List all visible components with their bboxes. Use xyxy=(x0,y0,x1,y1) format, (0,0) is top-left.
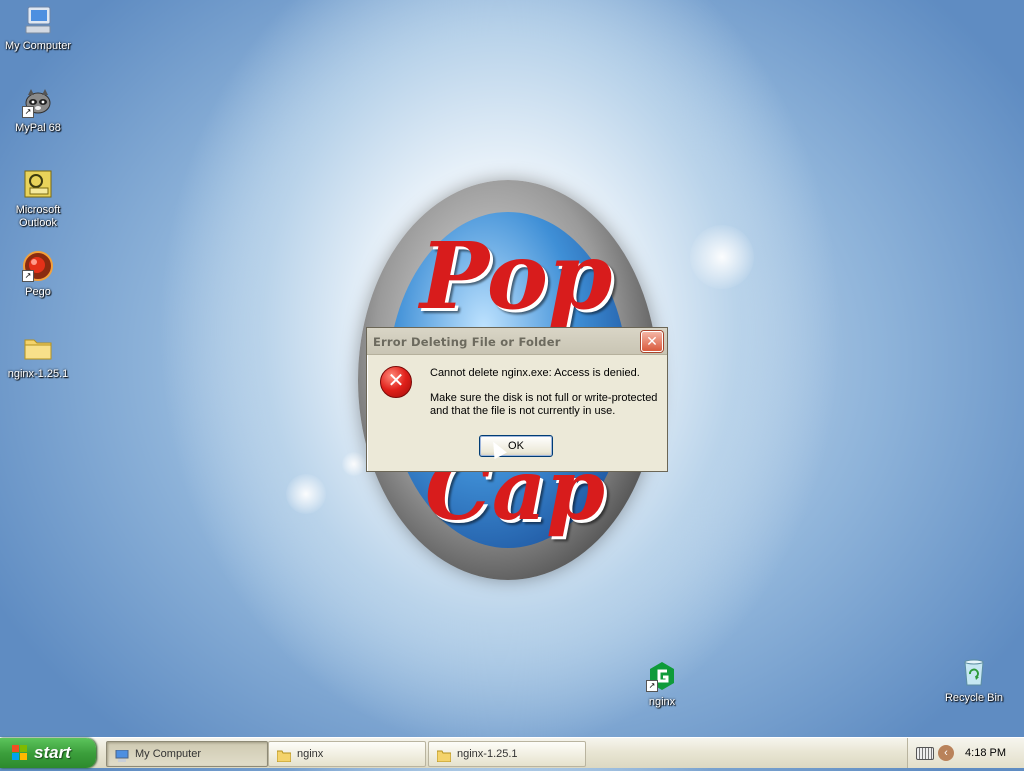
raccoon-icon: ↗ xyxy=(22,86,54,118)
nginx-icon: ↗ xyxy=(646,660,678,692)
wallpaper-flare xyxy=(342,452,366,476)
keyboard-icon[interactable] xyxy=(916,747,934,760)
computer-icon xyxy=(22,4,54,36)
desktop-icon-nginx[interactable]: ↗ nginx xyxy=(624,660,700,709)
taskbar-item-nginx[interactable]: nginx xyxy=(268,741,426,767)
recycle-bin-icon xyxy=(958,656,990,688)
shortcut-arrow-icon: ↗ xyxy=(22,106,34,118)
desktop-icon-recycle-bin[interactable]: Recycle Bin xyxy=(936,656,1012,705)
desktop-icon-label: Pego xyxy=(25,286,51,298)
error-icon: ✕ xyxy=(380,366,412,398)
start-button[interactable]: start xyxy=(0,738,96,768)
desktop-icon-label: nginx-1.25.1 xyxy=(7,368,69,380)
desktop-icon-label: nginx xyxy=(648,696,676,708)
desktop-icon-label: My Computer xyxy=(4,40,72,52)
wallpaper-flare xyxy=(286,474,326,514)
desktop-icon-pego[interactable]: ↗ Pego xyxy=(0,250,76,299)
clock: 4:18 PM xyxy=(965,747,1006,759)
popcap-logo-pop: Pop xyxy=(420,222,613,330)
tray-expand-chevron-icon[interactable]: ‹ xyxy=(938,745,954,761)
dialog-titlebar[interactable]: Error Deleting File or Folder ✕ xyxy=(367,328,667,355)
windows-flag-icon xyxy=(12,745,28,761)
folder-icon xyxy=(22,332,54,364)
desktop-icon-label: Recycle Bin xyxy=(944,692,1004,704)
shortcut-arrow-icon: ↗ xyxy=(22,270,34,282)
desktop-icon-label: MyPal 68 xyxy=(15,122,61,134)
desktop-icon-outlook[interactable]: Microsoft Outlook xyxy=(0,168,76,230)
folder-icon xyxy=(276,747,292,763)
desktop-icon-mypal[interactable]: ↗ MyPal 68 xyxy=(0,86,76,135)
outlook-icon xyxy=(22,168,54,200)
wallpaper-flare xyxy=(690,225,754,289)
dialog-message-secondary-line2: and that the file is not currently in us… xyxy=(430,405,616,417)
dialog-title: Error Deleting File or Folder xyxy=(373,335,561,349)
desktop-icon-my-computer[interactable]: My Computer xyxy=(0,4,76,53)
taskbar-item-label: My Computer xyxy=(135,748,202,760)
taskbar: start My Computer nginx nginx-1.25.1 ‹ 4… xyxy=(0,737,1024,768)
dialog-message-secondary-line1: Make sure the disk is not full or write-… xyxy=(430,392,658,404)
dialog-message-primary: Cannot delete nginx.exe: Access is denie… xyxy=(430,367,640,379)
computer-icon xyxy=(115,747,129,762)
desktop-icon-nginx-folder[interactable]: nginx-1.25.1 xyxy=(0,332,76,381)
shortcut-arrow-icon: ↗ xyxy=(646,680,658,692)
system-tray: ‹ 4:18 PM xyxy=(907,738,1024,768)
desktop-icon-label: Microsoft Outlook xyxy=(15,204,61,229)
start-label: start xyxy=(34,743,71,762)
pego-icon: ↗ xyxy=(22,250,54,282)
taskbar-item-my-computer[interactable]: My Computer xyxy=(106,741,268,767)
taskbar-item-label: nginx-1.25.1 xyxy=(457,748,518,760)
taskbar-item-nginx-1-25-1[interactable]: nginx-1.25.1 xyxy=(428,741,586,767)
folder-icon xyxy=(436,747,452,763)
close-icon: ✕ xyxy=(646,333,658,349)
error-dialog: Error Deleting File or Folder ✕ ✕ Cannot… xyxy=(366,327,668,472)
close-button[interactable]: ✕ xyxy=(641,331,663,352)
taskbar-item-label: nginx xyxy=(297,748,324,760)
